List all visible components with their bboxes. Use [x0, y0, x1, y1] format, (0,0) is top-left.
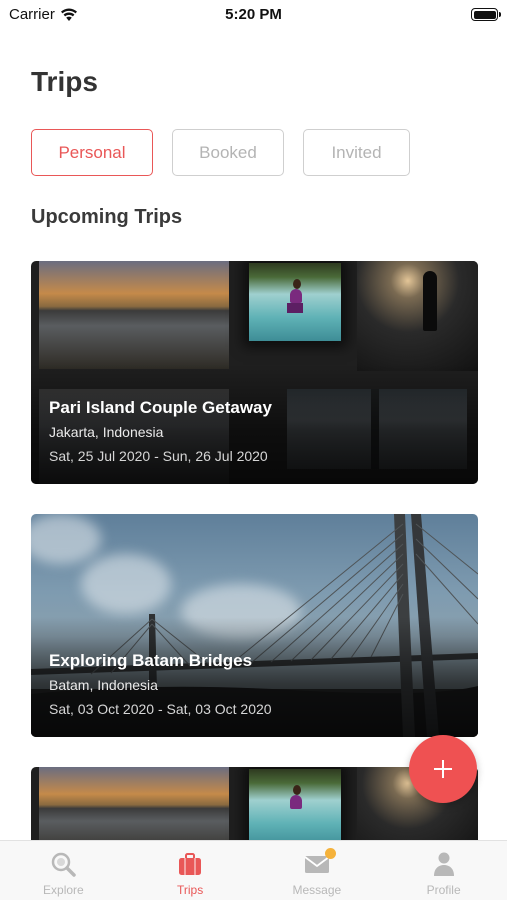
filter-invited-button[interactable]: Invited: [303, 129, 410, 176]
section-title: Upcoming Trips: [31, 206, 183, 228]
tab-label: Message: [292, 883, 342, 897]
tab-explore[interactable]: Explore: [0, 841, 127, 900]
tab-profile[interactable]: Profile: [380, 841, 507, 900]
status-bar: Carrier 5:20 PM: [0, 0, 507, 30]
trip-card[interactable]: Exploring Batam Bridges Batam, Indonesia…: [31, 514, 478, 737]
battery-icon: [471, 8, 501, 21]
trip-photo: [357, 261, 478, 371]
trip-photo: [39, 261, 229, 369]
filter-personal-button[interactable]: Personal: [31, 129, 153, 176]
trip-title: Pari Island Couple Getaway: [49, 398, 272, 417]
status-time: 5:20 PM: [225, 6, 282, 23]
trip-location: Batam, Indonesia: [49, 677, 158, 693]
trip-location: Jakarta, Indonesia: [49, 424, 164, 440]
tab-label: Explore: [43, 883, 84, 897]
trip-photo: [249, 263, 341, 341]
tab-trips[interactable]: Trips: [127, 841, 254, 900]
page-title: Trips: [31, 66, 98, 97]
tab-label: Trips: [177, 883, 204, 897]
tab-label: Profile: [426, 883, 461, 897]
trip-card[interactable]: Pari Island Couple Getaway Jakarta, Indo…: [31, 261, 478, 484]
suitcase-icon: [177, 851, 203, 877]
trip-dates: Sat, 03 Oct 2020 - Sat, 03 Oct 2020: [49, 701, 272, 717]
add-trip-button[interactable]: [409, 735, 477, 803]
notification-badge: [324, 848, 336, 859]
trip-dates: Sat, 25 Jul 2020 - Sun, 26 Jul 2020: [49, 448, 268, 464]
tab-message[interactable]: Message: [254, 841, 381, 900]
envelope-icon: [304, 848, 336, 877]
filter-booked-button[interactable]: Booked: [172, 129, 284, 176]
trip-filter-group: Personal Booked Invited: [31, 129, 410, 176]
trip-photo: [249, 769, 341, 847]
plus-icon: [434, 760, 452, 778]
trip-title: Exploring Batam Bridges: [49, 651, 253, 670]
tab-bar: Explore Trips Message Profile: [0, 840, 507, 900]
person-icon: [431, 851, 457, 877]
search-icon: [50, 851, 77, 877]
